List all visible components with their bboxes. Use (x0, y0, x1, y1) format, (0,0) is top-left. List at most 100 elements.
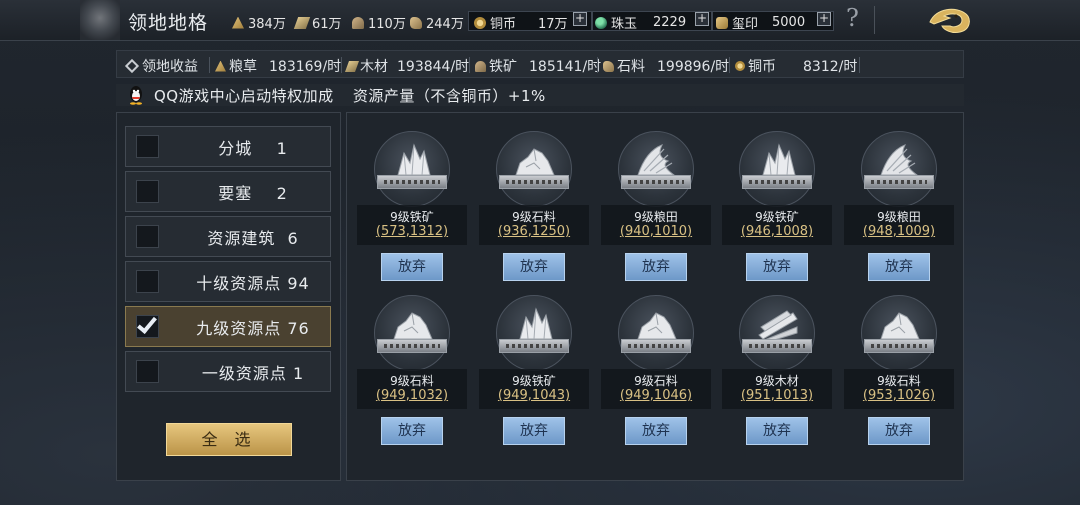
stone-tile-icon (875, 305, 923, 341)
tile-name: 9级铁矿 (755, 210, 799, 224)
tile-info: 9级粮田 (948,1009) (844, 205, 954, 245)
stone-income-label: 石料 (617, 59, 645, 75)
tile-info: 9级木材 (951,1013) (722, 369, 832, 409)
qq-privilege-label: QQ游戏中心启动特权加成 (154, 87, 334, 105)
iron-amount: 110万 (368, 17, 406, 32)
tile-coordinate-link[interactable]: (573,1312) (357, 224, 467, 239)
stone-tile-icon (510, 141, 558, 177)
divider (859, 57, 860, 73)
abandon-button[interactable]: 放弃 (381, 253, 443, 281)
tile-info: 9级铁矿 (573,1312) (357, 205, 467, 245)
abandon-button[interactable]: 放弃 (746, 417, 808, 445)
iron-tile-icon (753, 141, 801, 177)
tile-coordinate-link[interactable]: (949,1043) (479, 388, 589, 403)
filter-label: 一级资源点 1 (201, 363, 305, 383)
iron-income-label: 铁矿 (489, 59, 517, 75)
iron-tile-icon (510, 305, 558, 341)
add-seal-button[interactable]: + (817, 12, 831, 26)
tile-coordinate-link[interactable]: (949,1046) (601, 388, 711, 403)
filter-label: 资源建筑 6 (207, 228, 299, 248)
resource-tile-card: 9级铁矿 (946,1008) 放弃 (722, 129, 832, 281)
copper-income-value: 8312/时 (803, 59, 858, 75)
tile-coordinate-link[interactable]: (949,1032) (357, 388, 467, 403)
add-copper-button[interactable]: + (573, 12, 587, 26)
divider (209, 57, 210, 73)
grain-income: 粮草 (215, 56, 257, 76)
resource-tile-card: 9级石料 (936,1250) 放弃 (479, 129, 589, 281)
page-title: 领地地格 (128, 12, 209, 34)
wood-icon (344, 60, 360, 72)
filter-level1-resource[interactable]: 一级资源点 1 (125, 351, 331, 392)
stone-icon (603, 60, 614, 72)
abandon-button[interactable]: 放弃 (625, 417, 687, 445)
filter-fortress[interactable]: 要塞 2 (125, 171, 331, 212)
filter-resource-building[interactable]: 资源建筑 6 (125, 216, 331, 257)
checkbox[interactable] (136, 225, 159, 248)
abandon-button[interactable]: 放弃 (868, 417, 930, 445)
tile-icon-base (377, 339, 447, 353)
tile-coordinate-link[interactable]: (948,1009) (844, 224, 954, 239)
jade-currency: 珠玉 2229 (595, 13, 686, 32)
grain-icon (232, 16, 244, 29)
qq-privilege-effect: 资源产量（不含铜币）+1% (352, 87, 546, 105)
iron-icon (352, 16, 364, 29)
tile-icon-base (742, 339, 812, 353)
tile-name: 9级石料 (634, 374, 678, 388)
checkbox[interactable] (136, 360, 159, 383)
dragon-emblem-icon[interactable] (926, 4, 974, 36)
stone-tile-icon (632, 305, 680, 341)
tile-coordinate-link[interactable]: (953,1026) (844, 388, 954, 403)
wood-icon (293, 16, 311, 29)
resource-tile-card: 9级石料 (949,1046) 放弃 (601, 293, 711, 445)
abandon-button[interactable]: 放弃 (625, 253, 687, 281)
seal-amount: 5000 (772, 15, 806, 30)
tile-name: 9级铁矿 (512, 374, 556, 388)
filter-level10-resource[interactable]: 十级资源点 94 (125, 261, 331, 302)
iron-icon (475, 60, 486, 72)
copper-income: 铜币 (735, 56, 776, 76)
copper-coin-icon (474, 16, 486, 29)
abandon-button[interactable]: 放弃 (746, 253, 808, 281)
grain-tile-icon (632, 141, 680, 177)
abandon-button[interactable]: 放弃 (868, 253, 930, 281)
divider (874, 6, 875, 34)
tile-coordinate-link[interactable]: (951,1013) (722, 388, 832, 403)
jade-icon (595, 16, 607, 29)
resource-tile-card: 9级粮田 (948,1009) 放弃 (844, 129, 954, 281)
seal-icon (716, 16, 728, 29)
tile-name: 9级铁矿 (390, 210, 434, 224)
select-all-button[interactable]: 全 选 (166, 423, 292, 456)
abandon-button[interactable]: 放弃 (503, 417, 565, 445)
wood-amount: 61万 (312, 17, 342, 32)
diamond-icon (124, 58, 140, 74)
checkbox[interactable] (136, 180, 159, 203)
stone-resource: 244万 (410, 13, 464, 32)
copper-income-label: 铜币 (748, 59, 776, 75)
income-title: 领地收益 (124, 56, 198, 76)
filter-branch-city[interactable]: 分城 1 (125, 126, 331, 167)
qq-penguin-icon (130, 86, 142, 105)
tile-info: 9级石料 (949,1032) (357, 369, 467, 409)
tile-coordinate-link[interactable]: (936,1250) (479, 224, 589, 239)
filter-level9-resource[interactable]: 九级资源点 76 (125, 306, 331, 347)
copper-coin-icon (735, 61, 745, 71)
tile-coordinate-link[interactable]: (946,1008) (722, 224, 832, 239)
abandon-button[interactable]: 放弃 (381, 417, 443, 445)
add-jade-button[interactable]: + (695, 12, 709, 26)
wood-income-value: 193844/时 (397, 59, 470, 75)
tile-icon-base (864, 175, 934, 189)
seal-currency: 玺印 5000 (716, 13, 805, 32)
tile-coordinate-link[interactable]: (940,1010) (601, 224, 711, 239)
lord-portrait-icon (80, 0, 120, 40)
qq-privilege-text: QQ游戏中心启动特权加成 资源产量（不含铜币）+1% (154, 85, 546, 106)
iron-tile-icon (388, 141, 436, 177)
top-bar: 领地地格 384万 61万 110万 244万 铜币 17万 + 珠玉 2229… (0, 0, 1080, 41)
checkbox[interactable] (136, 270, 159, 293)
jade-amount: 2229 (653, 15, 687, 30)
grain-income-label: 粮草 (229, 59, 257, 75)
wood-income-label: 木材 (360, 59, 388, 75)
help-icon[interactable]: ? (846, 4, 859, 32)
checkbox[interactable] (136, 135, 159, 158)
checkbox-checked[interactable] (136, 313, 159, 338)
abandon-button[interactable]: 放弃 (503, 253, 565, 281)
